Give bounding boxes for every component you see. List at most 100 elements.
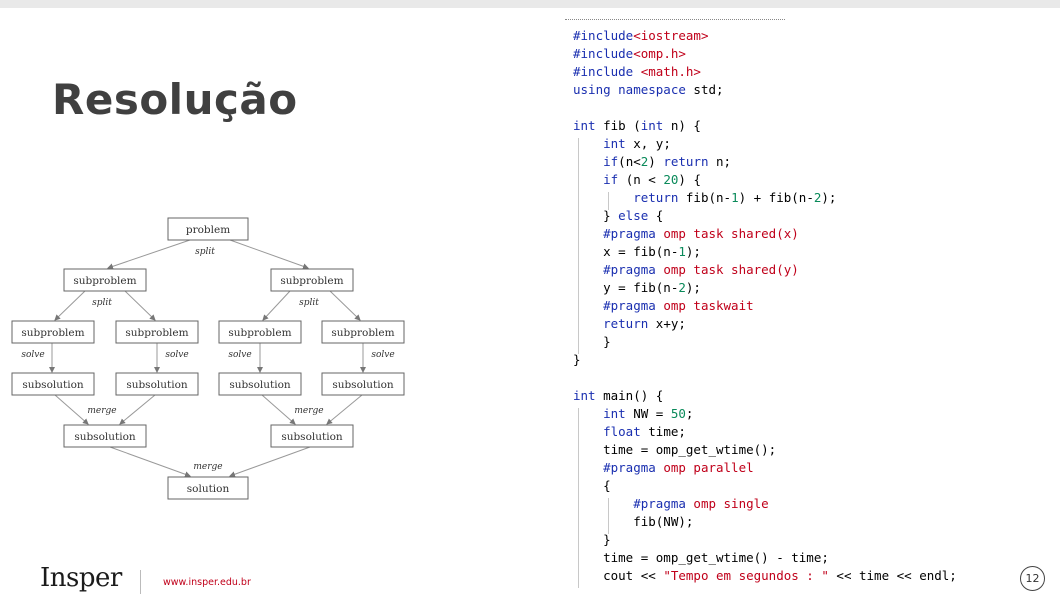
code-line: #include<omp.h> — [573, 45, 957, 63]
code-token: 1 — [678, 244, 686, 259]
code-token: #include — [573, 28, 634, 43]
code-token: n) { — [663, 118, 701, 133]
code-line: } — [573, 333, 957, 351]
code-token: else — [618, 208, 649, 223]
code-token: main() { — [595, 388, 664, 403]
node-subproblem-rl: subproblem — [228, 327, 291, 339]
code-token: fib(NW); — [573, 514, 694, 529]
code-token: x+y; — [648, 316, 686, 331]
code-token: int — [573, 388, 596, 403]
node-subproblem-lr: subproblem — [125, 327, 188, 339]
code-token: #pragma — [603, 262, 656, 277]
code-line: int main() { — [573, 387, 957, 405]
code-token: #include — [573, 46, 634, 61]
code-token: } — [573, 352, 581, 367]
page-number-badge: 12 — [1020, 566, 1045, 591]
edge-label-solve-3: solve — [228, 350, 251, 360]
node-subsolution-rr: subsolution — [332, 379, 394, 391]
code-top-strip — [565, 19, 785, 23]
code-token: ); — [685, 244, 701, 259]
code-token: x = fib(n- — [573, 244, 679, 259]
code-token: if — [603, 154, 619, 169]
code-line: int fib (int n) { — [573, 117, 957, 135]
edge-label-merge-bottom: merge — [193, 462, 222, 472]
edge-label-merge-right: merge — [294, 406, 323, 416]
node-subsolution-rl: subsolution — [229, 379, 291, 391]
code-token: return — [663, 154, 709, 169]
code-token: << time << endl; — [828, 568, 957, 583]
code-token: omp parallel — [655, 460, 754, 475]
code-token: y = fib(n- — [573, 280, 679, 295]
code-token: using namespace — [573, 82, 686, 97]
code-token: ; — [685, 406, 694, 421]
code-line: int NW = 50; — [573, 405, 957, 423]
node-subproblem-left: subproblem — [73, 275, 136, 287]
code-token: time; — [640, 424, 686, 439]
code-token: ) — [648, 154, 664, 169]
code-token: int — [603, 406, 626, 421]
code-token: 2 — [678, 280, 686, 295]
code-token: int — [603, 136, 626, 151]
code-line: return x+y; — [573, 315, 957, 333]
code-token: n; — [708, 154, 732, 169]
edge-label-solve-2: solve — [165, 350, 188, 360]
edge-label-solve-4: solve — [371, 350, 394, 360]
code-token: fib(n- — [678, 190, 732, 205]
code-token: <math.h> — [640, 64, 701, 79]
code-token: <iostream> — [633, 28, 709, 43]
code-token: fib ( — [595, 118, 641, 133]
code-line: #pragma omp task shared(y) — [573, 261, 957, 279]
code-token: ); — [685, 280, 701, 295]
node-subsolution-right: subsolution — [281, 431, 343, 443]
code-token: omp taskwait — [655, 298, 754, 313]
code-line: } — [573, 351, 957, 369]
code-line: if (n < 20) { — [573, 171, 957, 189]
footer-url[interactable]: www.insper.edu.br — [163, 577, 251, 588]
code-line: cout << "Tempo em segundos : " << time <… — [573, 567, 957, 585]
node-subsolution-left: subsolution — [74, 431, 136, 443]
code-token: x, y; — [625, 136, 671, 151]
node-subproblem-rr: subproblem — [331, 327, 394, 339]
code-token: { — [573, 478, 611, 493]
code-token: ) + fib(n- — [738, 190, 814, 205]
code-line: #pragma omp parallel — [573, 459, 957, 477]
code-token: time = omp_get_wtime(); — [573, 442, 777, 457]
footer-divider — [140, 570, 141, 594]
code-token: #include — [573, 64, 641, 79]
code-line: float time; — [573, 423, 957, 441]
code-line: #pragma omp task shared(x) — [573, 225, 957, 243]
code-token: 1 — [731, 190, 739, 205]
node-subsolution-lr: subsolution — [126, 379, 188, 391]
code-token: return — [603, 316, 649, 331]
code-line: #include <math.h> — [573, 63, 957, 81]
code-line: #pragma omp taskwait — [573, 297, 957, 315]
code-line: { — [573, 477, 957, 495]
code-token: time = omp_get_wtime() - time; — [573, 550, 829, 565]
edge-label-solve-1: solve — [21, 350, 44, 360]
node-subproblem-right: subproblem — [280, 275, 343, 287]
code-token: if — [603, 172, 619, 187]
code-token: } — [573, 532, 611, 547]
insper-logo: Insper — [40, 563, 122, 593]
code-token: int — [640, 118, 664, 133]
node-subsolution-ll: subsolution — [22, 379, 84, 391]
code-line: } — [573, 531, 957, 549]
code-token: "Tempo em segundos : " — [663, 568, 829, 583]
code-line: time = omp_get_wtime(); — [573, 441, 957, 459]
code-line: #include<iostream> — [573, 27, 957, 45]
code-line: return fib(n-1) + fib(n-2); — [573, 189, 957, 207]
code-block: #include<iostream> #include<omp.h> #includ… — [573, 27, 957, 585]
code-token: #pragma — [603, 298, 656, 313]
code-token: (n < — [618, 172, 664, 187]
code-token: omp task shared(x) — [655, 226, 799, 241]
code-token: 50 — [670, 406, 686, 421]
code-token: { — [648, 208, 664, 223]
